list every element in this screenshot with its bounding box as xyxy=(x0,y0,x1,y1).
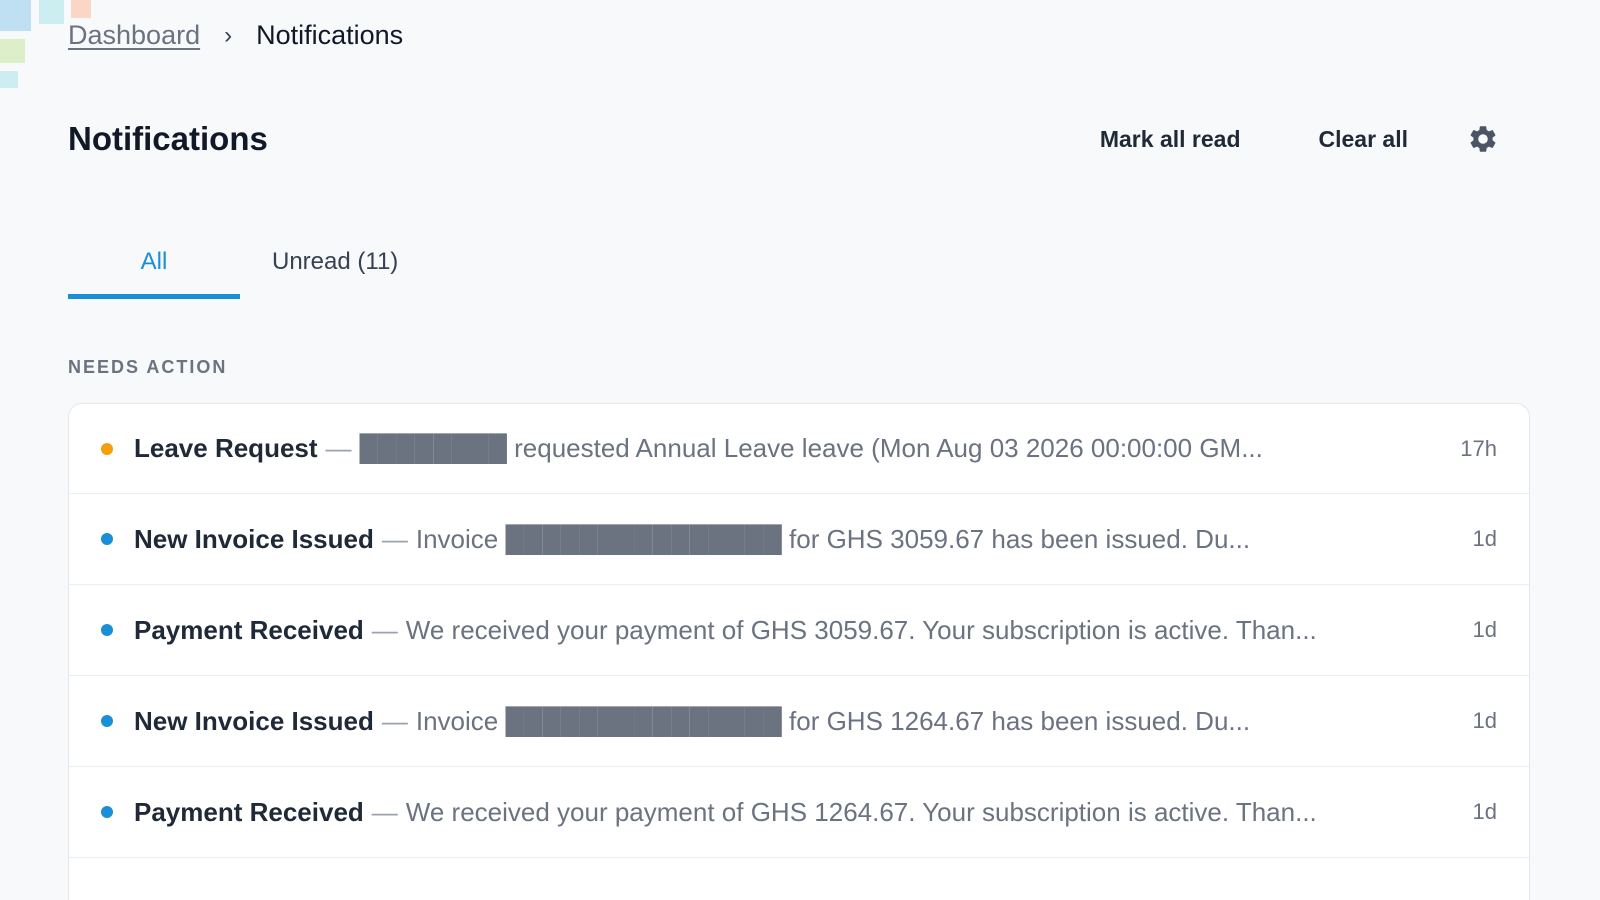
notification-text: Leave Request — ████████ requested Annual … xyxy=(134,433,1384,464)
notification-item[interactable]: New Invoice Issued — Invoice █████████████… xyxy=(69,494,1529,585)
notification-time: 1d xyxy=(1472,526,1497,551)
notification-list: Leave Request — ████████ requested Annual … xyxy=(68,403,1530,900)
breadcrumb-current: Notifications xyxy=(256,20,404,50)
clear-all-button[interactable]: Clear all xyxy=(1319,126,1409,153)
notification-message: ████████ requested Annual Leave leave (M… xyxy=(359,433,1263,463)
notification-separator: — xyxy=(371,614,398,645)
notification-title: Payment Received xyxy=(134,614,364,645)
status-dot-info xyxy=(101,715,113,727)
notification-time: 1d xyxy=(1472,708,1497,733)
gear-icon[interactable] xyxy=(1466,122,1500,156)
breadcrumb-dashboard-link[interactable]: Dashboard xyxy=(68,20,200,51)
section-label-needs-action: NEEDS ACTION xyxy=(68,357,228,377)
tab-all[interactable]: All xyxy=(68,238,240,299)
status-dot-warning xyxy=(101,442,113,455)
notification-tabs: All Unread (11) xyxy=(68,238,398,299)
notification-message: Invoice ███████████████ for GHS 3059.67 … xyxy=(415,523,1251,554)
tab-unread[interactable]: Unread (11) xyxy=(272,238,398,299)
notification-separator: — xyxy=(371,796,398,827)
notification-message: We received your payment of GHS 3059.67.… xyxy=(405,614,1317,645)
notification-item[interactable]: Payment Received — We received your paymen… xyxy=(69,585,1529,676)
notification-message: Invoice ███████████████ for GHS 1264.67 … xyxy=(415,705,1251,736)
status-dot-info xyxy=(101,533,113,545)
notification-item[interactable]: Payment Received — We received your paymen… xyxy=(69,767,1529,858)
notification-text: Payment Received — We received your paymen… xyxy=(134,615,1384,646)
notification-text: Payment Received — We received your paymen… xyxy=(134,797,1384,828)
status-dot-info xyxy=(101,624,113,636)
notification-time: 1d xyxy=(1472,799,1497,824)
notifications-page: Dashboard › Notifications Notifications … xyxy=(0,0,1600,900)
notification-title: New Invoice Issued xyxy=(134,523,374,554)
chevron-right-icon: › xyxy=(224,21,233,49)
notification-item[interactable]: New Invoice Issued — Invoice █████████████… xyxy=(69,676,1529,767)
notification-text: New Invoice Issued — Invoice █████████████… xyxy=(134,706,1384,737)
page-header: Notifications Mark all read Clear all xyxy=(68,120,1500,158)
notification-title: Leave Request xyxy=(134,433,318,463)
decorative-tile xyxy=(0,71,18,88)
notification-item[interactable]: Leave Request — ████████ requested Annual … xyxy=(69,404,1529,494)
notification-title: New Invoice Issued xyxy=(134,705,374,736)
notification-separator: — xyxy=(381,523,408,554)
notification-separator: — xyxy=(381,705,408,736)
page-title: Notifications xyxy=(68,120,268,157)
mark-all-read-button[interactable]: Mark all read xyxy=(1100,126,1241,153)
breadcrumb: Dashboard › Notifications xyxy=(68,20,403,51)
header-actions: Mark all read Clear all xyxy=(1100,122,1500,156)
notification-text: New Invoice Issued — Invoice █████████████… xyxy=(134,524,1384,555)
notification-separator: — xyxy=(325,433,352,463)
notification-time: 17h xyxy=(1460,435,1497,461)
decorative-tile xyxy=(71,0,91,18)
decorative-tile xyxy=(39,0,64,24)
decorative-tile xyxy=(0,0,31,31)
notification-title: Payment Received xyxy=(134,796,364,827)
notification-message: We received your payment of GHS 1264.67.… xyxy=(405,796,1317,827)
notification-time: 1d xyxy=(1472,617,1497,642)
decorative-tile xyxy=(0,39,25,63)
status-dot-info xyxy=(101,806,113,818)
